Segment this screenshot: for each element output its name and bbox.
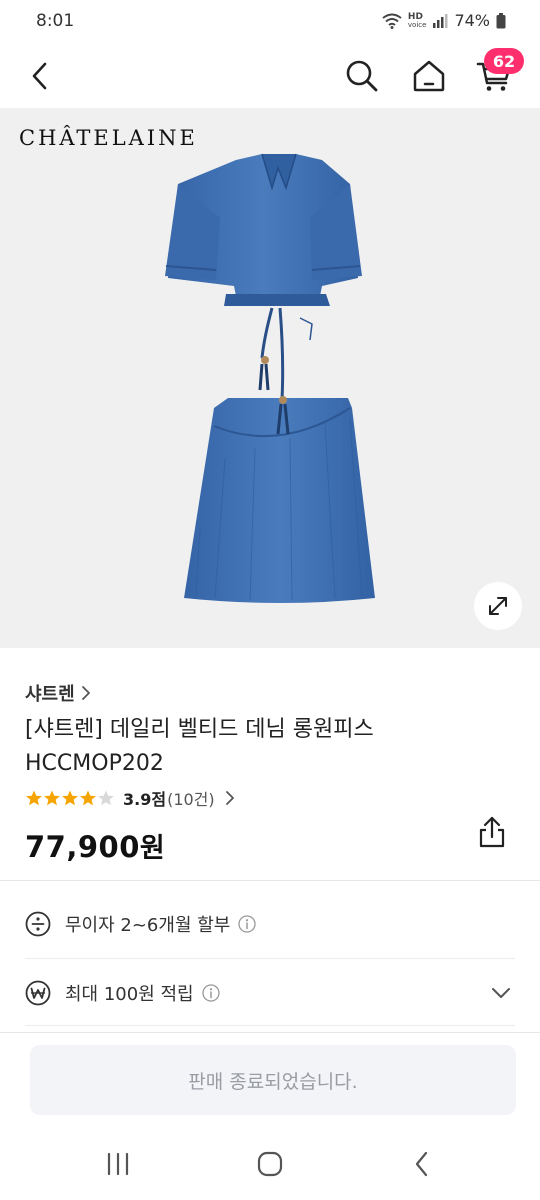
wifi-icon [382, 13, 402, 29]
star-icon [44, 790, 60, 806]
home-icon [413, 60, 445, 92]
home-button[interactable] [405, 52, 453, 100]
rating-score: 3.9점 [123, 790, 167, 809]
price-unit: 원 [139, 833, 166, 864]
points-text: 최대 100원 적립 [65, 984, 194, 1005]
cart-count-badge: 62 [484, 48, 524, 74]
info-icon[interactable] [238, 915, 257, 933]
search-icon [346, 60, 378, 92]
chevron-down-icon[interactable] [491, 987, 511, 999]
top-nav: 62 [0, 44, 540, 108]
back-arrow-icon [415, 1151, 428, 1177]
sold-out-button: 판매 종료되었습니다. [30, 1045, 516, 1115]
system-back-button[interactable] [402, 1148, 442, 1180]
recent-apps-icon [107, 1152, 129, 1176]
seller-link[interactable]: 샤트렌 [25, 680, 91, 706]
star-icon [26, 790, 42, 806]
product-price: 77,900원 [25, 826, 165, 865]
review-count: (10건) [167, 790, 215, 809]
row-divider [25, 1025, 515, 1026]
row-divider [25, 958, 515, 959]
rating-link[interactable]: 3.9점 (10건) [25, 787, 235, 809]
product-image[interactable]: CHÂTELAINE [0, 108, 540, 648]
chevron-right-icon [81, 686, 90, 700]
search-button[interactable] [338, 52, 386, 100]
chevron-right-icon [225, 791, 234, 805]
expand-icon [489, 597, 507, 615]
star-icon [80, 790, 96, 806]
rating-stars [25, 789, 115, 807]
hd-voice-icon: HD voice [407, 11, 427, 29]
denim-dress-image [165, 153, 375, 603]
installment-row[interactable]: 무이자 2~6개월 할부 [25, 896, 515, 952]
system-nav-bar [0, 1130, 540, 1200]
star-empty-icon [98, 790, 114, 806]
price-value: 77,900 [25, 830, 140, 864]
status-icons: HD voice 74% [382, 11, 506, 30]
points-row[interactable]: 최대 100원 적립 [25, 965, 515, 1021]
recent-apps-button[interactable] [98, 1148, 138, 1180]
won-point-icon [25, 980, 51, 1006]
info-icon[interactable] [201, 984, 220, 1002]
product-title: [샤트렌] 데일리 벨티드 데님 롱원피스 HCCMOP202 [25, 717, 374, 776]
chevron-left-icon [32, 62, 47, 90]
cart-button[interactable]: 62 [470, 48, 524, 100]
back-button[interactable] [16, 52, 64, 100]
installment-icon [25, 911, 51, 937]
status-time: 8:01 [36, 11, 75, 31]
bottom-bar-divider [0, 1032, 540, 1033]
signal-icon [433, 13, 448, 28]
home-circle-icon [257, 1151, 283, 1177]
battery-percent: 74% [454, 11, 490, 30]
seller-name: 샤트렌 [25, 684, 75, 705]
share-button[interactable] [474, 814, 510, 850]
home-system-button[interactable] [250, 1148, 290, 1180]
share-icon [479, 816, 505, 848]
section-divider [0, 880, 540, 881]
status-bar: 8:01 HD voice 74% [0, 0, 540, 44]
expand-image-button[interactable] [474, 582, 522, 630]
star-icon [62, 790, 78, 806]
installment-text: 무이자 2~6개월 할부 [65, 915, 231, 936]
battery-icon [496, 12, 506, 28]
